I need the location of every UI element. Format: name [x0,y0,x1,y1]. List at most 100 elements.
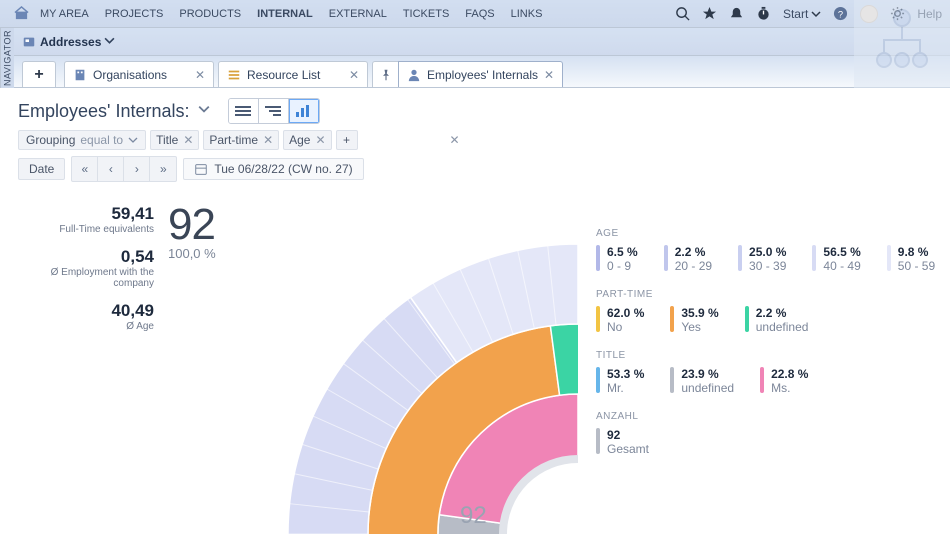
legend-title: TITLE [596,350,936,361]
chip-age[interactable]: Age✕ [283,130,331,150]
legend-pct: 23.9 % [681,367,734,381]
date-prev-button[interactable]: ‹ [98,157,124,181]
legend-swatch [596,245,600,271]
tab-close-icon[interactable]: ✕ [195,68,205,82]
legend-swatch [670,306,674,332]
summary-big: 92 [168,200,278,250]
search-icon[interactable] [675,6,690,21]
legend-title: ANZAHL [596,411,936,422]
date-value[interactable]: Tue 06/28/22 (CW no. 27) [183,158,363,180]
tab-organisations[interactable]: Organisations ✕ [64,61,214,87]
navigator-sidebar-handle[interactable]: NAVIGATOR [0,28,14,88]
nav-external[interactable]: EXTERNAL [321,2,395,26]
legend-title: PART-TIME [596,289,936,300]
chip-remove-icon[interactable]: ✕ [263,133,273,147]
view-indent-button[interactable] [259,99,289,123]
legend-item[interactable]: 22.8 %Ms. [760,367,808,395]
legend-item[interactable]: 53.3 %Mr. [596,367,644,395]
chip-remove-icon[interactable]: ✕ [315,133,325,147]
top-navbar: MY AREA PROJECTS PRODUCTS INTERNAL EXTER… [0,0,950,28]
view-list-button[interactable] [229,99,259,123]
legend-swatch [596,367,600,393]
chevron-down-icon [811,9,821,19]
legend-item[interactable]: 62.0 %No [596,306,644,334]
date-label: Date [18,158,65,180]
legend-column: AGE 6.5 %0 - 9 2.2 %20 - 29 25.0 %30 - 39 5… [578,194,936,551]
legend-swatch [738,245,742,271]
legend-title: AGE [596,228,936,239]
kpi-value: 59,41 [18,204,154,224]
nav-my-area[interactable]: MY AREA [32,2,97,26]
legend-pct: 2.2 % [756,306,809,320]
grouping-op: equal to [80,133,123,147]
nav-tickets[interactable]: TICKETS [395,2,457,26]
view-chart-button[interactable] [289,99,319,123]
new-tab-button[interactable]: + [22,61,56,87]
chip-parttime[interactable]: Part-time✕ [203,130,279,150]
bell-icon[interactable] [729,6,744,21]
legend-item[interactable]: 56.5 %40 - 49 [812,245,860,273]
legend-item[interactable]: 2.2 %undefined [745,306,809,334]
legend-label: No [607,320,644,334]
clear-filters-button[interactable]: ✕ [442,130,468,150]
tab-pin-button[interactable] [372,61,398,87]
summary-column: 92 100,0 % [168,194,278,551]
home-icon[interactable] [14,6,29,21]
nav-projects[interactable]: PROJECTS [97,2,172,26]
summary-pct: 100,0 % [168,246,278,261]
legend-item[interactable]: 6.5 %0 - 9 [596,245,638,273]
legend-item[interactable]: 92Gesamt [596,428,649,456]
grouping-chip[interactable]: Grouping equal to [18,130,146,150]
date-row: Date « ‹ › » Tue 06/28/22 (CW no. 27) [18,156,936,182]
legend-label: 0 - 9 [607,259,638,273]
nav-internal[interactable]: INTERNAL [249,2,321,26]
tabs-row: + Organisations ✕ Resource List ✕ Employ… [0,56,950,88]
stopwatch-icon[interactable] [756,6,771,21]
legend-pct: 35.9 % [681,306,718,320]
legend-pct: 22.8 % [771,367,808,381]
tab-resource-list[interactable]: Resource List ✕ [218,61,368,87]
chip-add-button[interactable]: + [336,130,358,150]
nav-products[interactable]: PRODUCTS [171,2,249,26]
legend-item[interactable]: 9.8 %50 - 59 [887,245,935,273]
primary-nav: MY AREA PROJECTS PRODUCTS INTERNAL EXTER… [32,2,550,26]
start-label: Start [783,7,808,21]
legend-label: undefined [756,320,809,334]
legend-swatch [812,245,816,271]
kpi-label: Ø Age [18,321,154,332]
date-next-button[interactable]: › [124,157,150,181]
legend-pct: 53.3 % [607,367,644,381]
legend-pct: 6.5 % [607,245,638,259]
legend-item[interactable]: 2.2 %20 - 29 [664,245,712,273]
nav-links[interactable]: LINKS [503,2,551,26]
people-icon [407,68,421,82]
tab-employees-internals[interactable]: Employees' Internals ✕ [398,61,563,87]
address-bar: Addresses [0,28,950,56]
tab-label: Employees' Internals [427,68,538,82]
tab-close-icon[interactable]: ✕ [544,68,554,82]
tab-close-icon[interactable]: ✕ [349,68,359,82]
legend-label: 30 - 39 [749,259,786,273]
page-title: Employees' Internals: [18,101,190,122]
chip-title[interactable]: Title✕ [150,130,199,150]
view-toggle [228,98,320,124]
legend-count: ANZAHL 92Gesamt [596,411,936,456]
chip-remove-icon[interactable]: ✕ [183,133,193,147]
legend-item[interactable]: 25.0 %30 - 39 [738,245,786,273]
calendar-icon [194,162,208,176]
legend-item[interactable]: 23.9 %undefined [670,367,734,395]
date-last-button[interactable]: » [150,157,176,181]
star-icon[interactable] [702,6,717,21]
legend-swatch [745,306,749,332]
legend-item[interactable]: 35.9 %Yes [670,306,718,334]
page-title-dropdown[interactable] [198,102,210,120]
legend-pct: 2.2 % [675,245,712,259]
tab-label: Organisations [93,68,167,82]
date-first-button[interactable]: « [72,157,98,181]
legend-label: undefined [681,381,734,395]
start-menu[interactable]: Start [783,7,821,21]
nav-faqs[interactable]: FAQS [457,2,502,26]
address-title: Addresses [40,35,101,49]
help-icon[interactable]: ? [833,6,848,21]
address-dropdown[interactable] [104,35,115,49]
